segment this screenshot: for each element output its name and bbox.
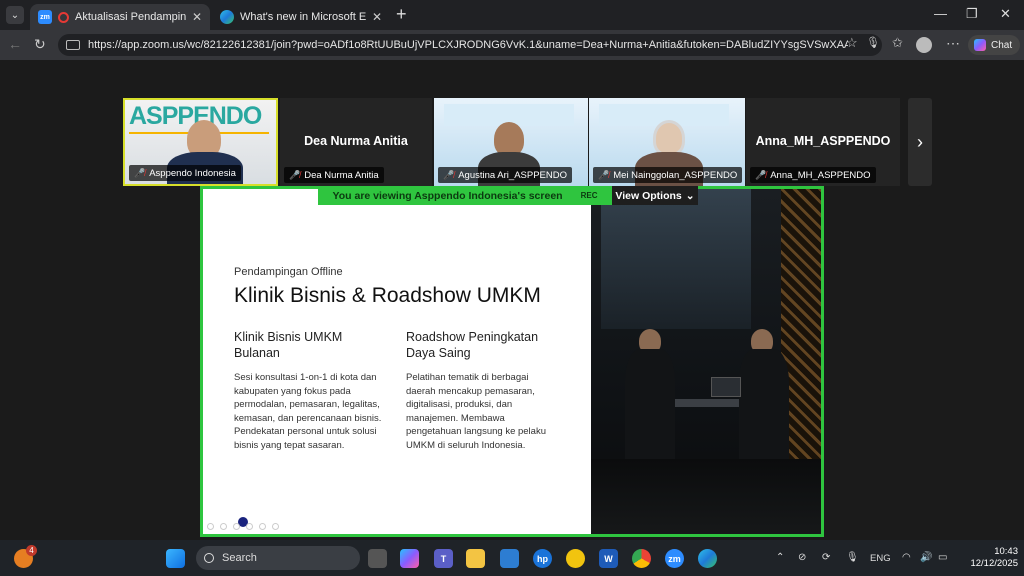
businessman-left-body — [625, 349, 675, 459]
recording-indicator: REC — [580, 191, 598, 200]
muted-mic-icon: 🎤̸ — [134, 167, 146, 178]
new-tab-button[interactable]: + — [396, 4, 407, 25]
participant-name-bar: 🎤̸ Dea Nurma Anitia — [284, 167, 384, 183]
slide-col2-heading: Roadshow Peningkatan Daya Saing — [406, 330, 539, 360]
slide-kicker: Pendampingan Offline — [234, 266, 343, 278]
slide-col1-body: Sesi konsultasi 1-on-1 di kota dan kabup… — [234, 372, 382, 451]
volume-icon[interactable]: 🔊 — [920, 552, 932, 563]
participant-name-bar: 🎤̸ Asppendo Indonesia — [129, 165, 241, 181]
zoom-icon: zm — [38, 10, 52, 24]
minimize-icon[interactable]: — — [934, 6, 947, 21]
site-info-icon[interactable] — [66, 40, 80, 50]
shared-screen: Pendampingan Offline Klinik Bisnis & Roa… — [200, 186, 824, 537]
slide-col2-body: Pelatihan tematik di berbagai daerah men… — [406, 372, 546, 451]
start-windows-icon[interactable] — [166, 549, 185, 568]
view-options-button[interactable]: View Options ⌄ — [612, 186, 698, 205]
participant-display-name: Dea Nurma Anitia — [304, 134, 408, 148]
show-hidden-icons-chevron-icon[interactable]: ⌃ — [776, 552, 784, 563]
microphone-tray-icon[interactable]: 🎙 — [846, 552, 859, 563]
participant-tile[interactable]: 🎤̸ Agustina Ari_ASPPENDO — [434, 98, 588, 186]
chevron-down-icon: ⌄ — [685, 189, 695, 202]
slide-col1-heading: Klinik Bisnis UMKM Bulanan — [234, 330, 343, 360]
copilot-icon — [974, 39, 986, 51]
next-participants-chevron-icon[interactable]: › — [908, 98, 932, 186]
participant-tile[interactable]: 🎤̸ Mei Nainggolan_ASPPENDO — [589, 98, 745, 186]
network-off-icon[interactable]: ⊘ — [798, 552, 806, 563]
taskbar-clock[interactable]: 10:43 12/12/2025 — [958, 546, 1018, 570]
restore-icon[interactable]: ❐ — [966, 6, 978, 22]
clock-time: 10:43 — [994, 546, 1018, 557]
refresh-icon[interactable]: ↻ — [34, 36, 46, 53]
taskbar-search-input[interactable]: Search — [196, 546, 360, 570]
participant-face — [494, 122, 524, 156]
floor-reflection — [591, 459, 821, 534]
copilot-app-icon[interactable] — [400, 549, 419, 568]
zoom-app-icon[interactable]: zm — [665, 549, 684, 568]
window-light — [601, 189, 751, 329]
muted-mic-icon: 🎤̸ — [443, 169, 455, 180]
participant-tile[interactable]: Dea Nurma Anitia 🎤̸ Dea Nurma Anitia — [280, 98, 432, 186]
viewing-screen-banner: You are viewing Asppendo Indonesia's scr… — [318, 186, 612, 205]
language-indicator[interactable]: ENG — [870, 553, 891, 564]
back-icon[interactable]: ← — [8, 36, 22, 52]
notification-badge: 4 — [26, 545, 37, 556]
slide-photo-business-meeting — [591, 189, 821, 534]
weather-app-icon[interactable] — [566, 549, 585, 568]
search-icon — [204, 553, 214, 563]
edge-app-icon[interactable] — [698, 549, 717, 568]
more-menu-icon[interactable]: ⋯ — [946, 35, 960, 52]
microsoft-store-icon[interactable] — [500, 549, 519, 568]
windows-taskbar: 4 Search T hp W zm ⌃ ⊘ ⟳ 🎙 ENG ◠ 🔊 ▭ 10:… — [0, 540, 1024, 576]
microphone-icon[interactable]: 🎙 — [866, 36, 880, 49]
tab-actions-button[interactable]: ⌄ — [6, 6, 24, 24]
browser-tab-strip: ⌄ zm Aktualisasi Pendamping JAMKI ✕ What… — [0, 0, 1024, 30]
favorite-star-icon[interactable]: ☆ — [846, 35, 858, 51]
muted-mic-icon: 🎤̸ — [598, 169, 610, 180]
muted-mic-icon: 🎤̸ — [755, 169, 767, 180]
participant-face — [653, 120, 685, 156]
participant-tile[interactable]: ASPPENDO 🎤̸ Asppendo Indonesia — [123, 98, 278, 186]
recording-icon — [58, 11, 69, 23]
address-bar[interactable]: https://app.zoom.us/wc/82122612381/join?… — [58, 34, 882, 56]
browser-toolbar: ← ↻ https://app.zoom.us/wc/82122612381/j… — [0, 30, 1024, 60]
close-tab-icon[interactable]: ✕ — [192, 10, 202, 24]
edge-icon — [220, 10, 234, 24]
wifi-icon[interactable]: ◠ — [902, 552, 911, 563]
copilot-chat-button[interactable]: Chat — [968, 35, 1020, 55]
chrome-icon[interactable] — [632, 549, 651, 568]
participant-name-bar: 🎤̸ Agustina Ari_ASPPENDO — [438, 167, 572, 183]
close-tab-icon[interactable]: ✕ — [372, 10, 382, 24]
profile-avatar[interactable] — [916, 37, 932, 53]
favorites-icon[interactable]: ✩ — [892, 35, 903, 51]
laptop — [711, 377, 741, 397]
close-window-icon[interactable]: ✕ — [1000, 6, 1011, 22]
slide-title: Klinik Bisnis & Roadshow UMKM — [234, 284, 541, 307]
browser-tab-zoom[interactable]: zm Aktualisasi Pendamping JAMKI ✕ — [30, 4, 210, 30]
participant-tile[interactable]: Anna_MH_ASPPENDO 🎤̸ Anna_MH_ASPPENDO — [746, 98, 900, 186]
word-icon[interactable]: W — [599, 549, 618, 568]
businessman-right-body — [739, 349, 789, 459]
browser-tab-edge[interactable]: What's new in Microsoft Edge ✕ — [212, 4, 390, 30]
slide-navigation-controls[interactable] — [207, 523, 293, 531]
muted-mic-icon: 🎤̸ — [289, 169, 301, 180]
participant-name-bar: 🎤̸ Mei Nainggolan_ASPPENDO — [593, 167, 743, 183]
url-text: https://app.zoom.us/wc/82122612381/join?… — [88, 39, 848, 51]
battery-icon[interactable]: ▭ — [938, 552, 947, 563]
task-view-icon[interactable] — [368, 549, 387, 568]
teams-icon[interactable]: T — [434, 549, 453, 568]
hp-icon[interactable]: hp — [533, 549, 552, 568]
file-explorer-icon[interactable] — [466, 549, 485, 568]
participant-display-name: Anna_MH_ASPPENDO — [755, 134, 891, 148]
participant-name-bar: 🎤̸ Anna_MH_ASPPENDO — [750, 167, 876, 183]
clock-date: 12/12/2025 — [970, 558, 1018, 569]
sync-icon[interactable]: ⟳ — [822, 552, 830, 563]
